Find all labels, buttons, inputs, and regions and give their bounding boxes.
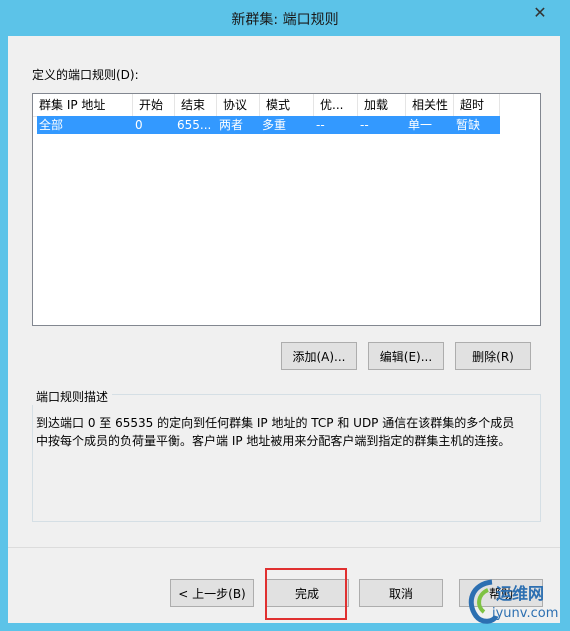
column-start[interactable]: 开始 bbox=[133, 94, 175, 116]
list-header: 群集 IP 地址 开始 结束 协议 模式 优... 加载 相关性 超时 bbox=[33, 94, 500, 117]
port-rules-label: 定义的端口规则(D): bbox=[32, 68, 139, 82]
cell-timeout: 暂缺 bbox=[456, 118, 481, 132]
finish-highlight-box bbox=[265, 568, 347, 620]
table-row[interactable]: 全部 0 655... 两者 多重 -- -- 单一 暂缺 bbox=[37, 116, 500, 134]
column-load[interactable]: 加载 bbox=[358, 94, 406, 116]
watermark-logo: 运维网 iyunv.com bbox=[462, 574, 566, 628]
close-icon: ✕ bbox=[533, 2, 547, 22]
watermark-name: 运维网 bbox=[496, 584, 545, 603]
column-protocol[interactable]: 协议 bbox=[217, 94, 260, 116]
cell-affinity: 单一 bbox=[408, 118, 433, 132]
cell-protocol: 两者 bbox=[219, 118, 244, 132]
watermark-domain: iyunv.com bbox=[492, 606, 559, 621]
footer-separator bbox=[8, 547, 560, 548]
close-button[interactable]: ✕ bbox=[520, 1, 560, 23]
cell-end: 655... bbox=[177, 118, 212, 132]
column-affinity[interactable]: 相关性 bbox=[406, 94, 454, 116]
cell-load: -- bbox=[360, 118, 369, 132]
description-title: 端口规则描述 bbox=[32, 388, 113, 405]
add-button[interactable]: 添加(A)... bbox=[281, 342, 357, 370]
column-mode[interactable]: 模式 bbox=[260, 94, 314, 116]
cell-priority: -- bbox=[316, 118, 325, 132]
cell-start: 0 bbox=[135, 118, 143, 132]
edit-button[interactable]: 编辑(E)... bbox=[368, 342, 444, 370]
dialog-client: 定义的端口规则(D): 群集 IP 地址 开始 结束 协议 模式 优... 加载… bbox=[8, 36, 560, 623]
cell-cluster-ip: 全部 bbox=[39, 118, 64, 132]
cancel-button[interactable]: 取消 bbox=[359, 579, 443, 607]
port-rules-list[interactable]: 群集 IP 地址 开始 结束 协议 模式 优... 加载 相关性 超时 全部 0… bbox=[32, 93, 541, 326]
column-timeout[interactable]: 超时 bbox=[454, 94, 500, 116]
cell-mode: 多重 bbox=[262, 118, 287, 132]
column-end[interactable]: 结束 bbox=[175, 94, 217, 116]
column-cluster-ip[interactable]: 群集 IP 地址 bbox=[33, 94, 133, 116]
description-text: 到达端口 0 至 65535 的定向到任何群集 IP 地址的 TCP 和 UDP… bbox=[36, 416, 515, 448]
title-bar: 新群集: 端口规则 ✕ bbox=[0, 0, 570, 36]
column-priority[interactable]: 优... bbox=[314, 94, 358, 116]
window-title: 新群集: 端口规则 bbox=[231, 12, 339, 28]
back-button[interactable]: < 上一步(B) bbox=[170, 579, 254, 607]
delete-button[interactable]: 删除(R) bbox=[455, 342, 531, 370]
